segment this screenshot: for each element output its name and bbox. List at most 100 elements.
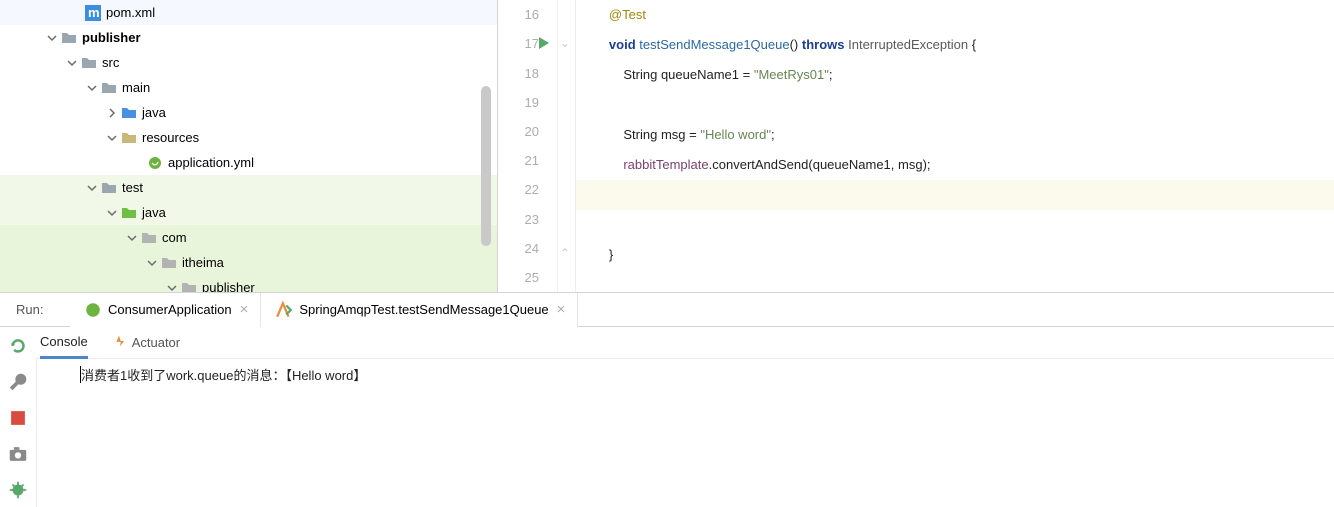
code-var: msg bbox=[661, 127, 686, 142]
tree-label: publisher bbox=[202, 280, 255, 292]
stop-icon[interactable] bbox=[7, 407, 29, 429]
tree-label: publisher bbox=[82, 30, 141, 45]
code-annotation: @Test bbox=[609, 7, 646, 22]
console-toolbar bbox=[36, 359, 72, 507]
tree-label: test bbox=[122, 180, 143, 195]
code-string: "Hello word" bbox=[700, 127, 771, 142]
tree-node[interactable]: m pom.xml bbox=[0, 0, 497, 25]
spring-boot-icon bbox=[84, 301, 102, 319]
fold-start-icon[interactable]: ⌄ bbox=[560, 36, 570, 50]
project-tree[interactable]: m pom.xml publisher src bbox=[0, 0, 498, 292]
tree-label: java bbox=[142, 105, 166, 120]
close-icon[interactable]: × bbox=[238, 301, 251, 318]
spring-yml-icon bbox=[146, 154, 164, 172]
chevron-down-icon[interactable] bbox=[104, 130, 120, 146]
tree-node[interactable]: main bbox=[0, 75, 497, 100]
folder-icon bbox=[60, 29, 78, 47]
run-tab-consumer[interactable]: ConsumerApplication × bbox=[70, 293, 261, 327]
source-folder-icon bbox=[120, 104, 138, 122]
code-type: String bbox=[623, 67, 657, 82]
folder-icon bbox=[100, 179, 118, 197]
line-number: 16 bbox=[525, 7, 539, 22]
tree-label: java bbox=[142, 205, 166, 220]
tree-scrollbar[interactable] bbox=[479, 0, 493, 292]
tree-label: pom.xml bbox=[106, 5, 155, 20]
package-icon bbox=[180, 279, 198, 293]
package-icon bbox=[160, 254, 178, 272]
chevron-down-icon[interactable] bbox=[84, 180, 100, 196]
console-output[interactable]: 消费者1收到了work.queue的消息：【Hello word】 bbox=[72, 359, 1334, 507]
run-test-gutter-icon[interactable] bbox=[536, 35, 552, 54]
actuator-tab-label: Actuator bbox=[132, 335, 180, 350]
console-line: 消费者1收到了work.queue的消息：【Hello word】 bbox=[81, 368, 366, 383]
line-number: 21 bbox=[525, 153, 539, 168]
tree-node[interactable]: application.yml bbox=[0, 150, 497, 175]
maven-icon: m bbox=[84, 4, 102, 22]
test-folder-icon bbox=[120, 204, 138, 222]
code-keyword: throws bbox=[802, 37, 845, 52]
chevron-down-icon[interactable] bbox=[44, 30, 60, 46]
tree-node[interactable]: java bbox=[0, 100, 497, 125]
line-number: 20 bbox=[525, 124, 539, 139]
editor-gutter[interactable]: 16 17 18 19 20 21 22 23 24 25 bbox=[498, 0, 558, 292]
code-var: queueName1 bbox=[661, 67, 739, 82]
run-tab-label: ConsumerApplication bbox=[108, 302, 232, 317]
actuator-tab[interactable]: Actuator bbox=[112, 327, 180, 359]
chevron-right-icon[interactable] bbox=[104, 105, 120, 121]
tree-node[interactable]: com bbox=[0, 225, 497, 250]
line-number: 24 bbox=[525, 241, 539, 256]
code-arg: queueName1 bbox=[813, 157, 891, 172]
code-editor[interactable]: @Test void testSendMessage1Queue() throw… bbox=[576, 0, 1334, 292]
folder-icon bbox=[100, 79, 118, 97]
resources-folder-icon bbox=[120, 129, 138, 147]
chevron-down-icon[interactable] bbox=[84, 80, 100, 96]
tree-label: itheima bbox=[182, 255, 224, 270]
run-left-toolbar bbox=[0, 327, 36, 507]
tree-node[interactable]: itheima bbox=[0, 250, 497, 275]
tree-node[interactable]: test bbox=[0, 175, 497, 200]
svg-text:m: m bbox=[88, 5, 100, 20]
code-keyword: void bbox=[609, 37, 636, 52]
tree-node[interactable]: java bbox=[0, 200, 497, 225]
chevron-down-icon[interactable] bbox=[64, 55, 80, 71]
tree-node[interactable]: src bbox=[0, 50, 497, 75]
line-number: 25 bbox=[525, 270, 539, 285]
tree-label: com bbox=[162, 230, 187, 245]
test-run-icon bbox=[275, 301, 293, 319]
camera-icon[interactable] bbox=[7, 443, 29, 465]
code-type: String bbox=[623, 127, 657, 142]
tree-node[interactable]: publisher bbox=[0, 25, 497, 50]
chevron-down-icon[interactable] bbox=[124, 230, 140, 246]
rerun-icon[interactable] bbox=[7, 335, 29, 357]
line-number: 22 bbox=[525, 182, 539, 197]
package-icon bbox=[140, 229, 158, 247]
code-method: convertAndSend bbox=[712, 157, 808, 172]
tree-label: application.yml bbox=[168, 155, 254, 170]
wrench-icon[interactable] bbox=[7, 371, 29, 393]
console-tab-label: Console bbox=[40, 334, 88, 349]
close-icon[interactable]: × bbox=[555, 301, 568, 318]
fold-end-icon[interactable]: ⌃ bbox=[560, 246, 570, 260]
run-panel: Run: ConsumerApplication × SpringAmqpTes… bbox=[0, 293, 1334, 507]
chevron-down-icon[interactable] bbox=[104, 205, 120, 221]
folder-icon bbox=[80, 54, 98, 72]
run-tab-test[interactable]: SpringAmqpTest.testSendMessage1Queue × bbox=[261, 293, 578, 327]
console-sub-tabs: Console Actuator bbox=[36, 327, 1334, 359]
code-class: InterruptedException bbox=[848, 37, 968, 52]
tree-node[interactable]: publisher bbox=[0, 275, 497, 292]
line-number: 18 bbox=[525, 66, 539, 81]
editor-fold-column[interactable]: ⌄ ⌃ bbox=[558, 0, 576, 292]
console-tab[interactable]: Console bbox=[40, 327, 88, 359]
tree-node[interactable]: resources bbox=[0, 125, 497, 150]
debug-icon[interactable] bbox=[7, 479, 29, 501]
actuator-icon bbox=[112, 334, 126, 351]
run-tab-label: SpringAmqpTest.testSendMessage1Queue bbox=[299, 302, 548, 317]
chevron-down-icon[interactable] bbox=[144, 255, 160, 271]
caret-line bbox=[576, 180, 1334, 210]
tree-label: resources bbox=[142, 130, 199, 145]
tree-label: src bbox=[102, 55, 119, 70]
run-label: Run: bbox=[0, 302, 70, 317]
chevron-down-icon[interactable] bbox=[164, 280, 180, 293]
code-method-name: testSendMessage1Queue bbox=[639, 37, 789, 52]
code-string: "MeetRys01" bbox=[754, 67, 829, 82]
